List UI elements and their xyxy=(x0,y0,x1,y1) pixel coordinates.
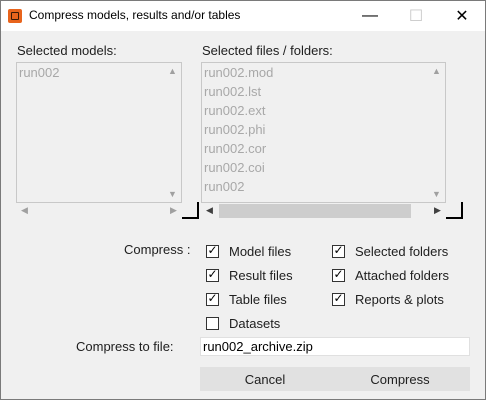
title-bar[interactable]: Compress models, results and/or tables —… xyxy=(1,1,485,31)
chevron-down-icon[interactable]: ▼ xyxy=(164,189,181,199)
chevron-up-icon[interactable]: ▲ xyxy=(428,66,445,76)
files-horizontal-scrollbar[interactable]: ◀ ▶ xyxy=(201,203,446,219)
cancel-button[interactable]: Cancel xyxy=(200,367,330,391)
file-list-item[interactable]: run002.cor xyxy=(202,139,445,158)
compress-to-file-label: Compress to file: xyxy=(76,339,174,354)
result-files-checkbox[interactable]: ✓ xyxy=(206,267,219,282)
selected-models-label: Selected models: xyxy=(17,43,117,58)
attached-folders-label: Attached folders xyxy=(355,268,449,283)
result-files-label: Result files xyxy=(229,268,293,283)
model-files-checkbox[interactable]: ✓ xyxy=(206,243,219,258)
compress-dialog: Compress models, results and/or tables —… xyxy=(0,0,486,400)
selected-models-list[interactable]: run002 ▲ ▼ xyxy=(16,62,182,203)
chevron-left-icon[interactable]: ◀ xyxy=(16,205,33,216)
chevron-right-icon[interactable]: ▶ xyxy=(429,205,446,216)
archive-filename-input[interactable]: run002_archive.zip xyxy=(200,337,470,356)
file-list-item[interactable]: run002.phi xyxy=(202,120,445,139)
selected-folders-label: Selected folders xyxy=(355,244,449,259)
compress-label: Compress : xyxy=(124,242,191,257)
attached-folders-checkbox[interactable]: ✓ xyxy=(332,267,345,282)
file-list-item[interactable]: run002.lst xyxy=(202,82,445,101)
window-title: Compress models, results and/or tables xyxy=(29,8,241,22)
selected-folders-checkbox[interactable]: ✓ xyxy=(332,243,345,258)
chevron-right-icon[interactable]: ▶ xyxy=(165,205,182,216)
app-logo-icon xyxy=(8,9,22,23)
selected-files-list[interactable]: run002.mod run002.lst run002.ext run002.… xyxy=(201,62,446,203)
files-vertical-scrollbar[interactable]: ▲ ▼ xyxy=(428,63,445,202)
datasets-checkbox[interactable] xyxy=(206,317,219,330)
reports-plots-label: Reports & plots xyxy=(355,292,444,307)
model-list-item[interactable]: run002 xyxy=(17,63,181,82)
datasets-label: Datasets xyxy=(229,316,281,331)
minimize-button[interactable]: — xyxy=(347,1,393,31)
reports-plots-checkbox[interactable]: ✓ xyxy=(332,291,345,306)
file-list-item[interactable]: run002 xyxy=(202,177,445,196)
close-button[interactable]: ✕ xyxy=(439,1,485,31)
file-list-item[interactable]: run002.ext xyxy=(202,101,445,120)
table-files-label: Table files xyxy=(229,292,287,307)
compress-button[interactable]: Compress xyxy=(330,367,470,391)
chevron-down-icon[interactable]: ▼ xyxy=(428,189,445,199)
selected-files-label: Selected files / folders: xyxy=(202,43,333,58)
files-resize-grip xyxy=(446,202,463,219)
model-files-label: Model files xyxy=(229,244,292,259)
maximize-button: ☐ xyxy=(408,8,424,25)
chevron-up-icon[interactable]: ▲ xyxy=(164,66,181,76)
file-list-item[interactable]: run002.coi xyxy=(202,158,445,177)
files-scroll-thumb[interactable] xyxy=(219,204,411,218)
file-list-item[interactable]: run002.mod xyxy=(202,63,445,82)
models-vertical-scrollbar[interactable]: ▲ ▼ xyxy=(164,63,181,202)
models-resize-grip xyxy=(182,202,199,219)
chevron-left-icon[interactable]: ◀ xyxy=(201,205,218,216)
table-files-checkbox[interactable]: ✓ xyxy=(206,291,219,306)
models-horizontal-scrollbar[interactable]: ◀ ▶ xyxy=(16,203,182,219)
